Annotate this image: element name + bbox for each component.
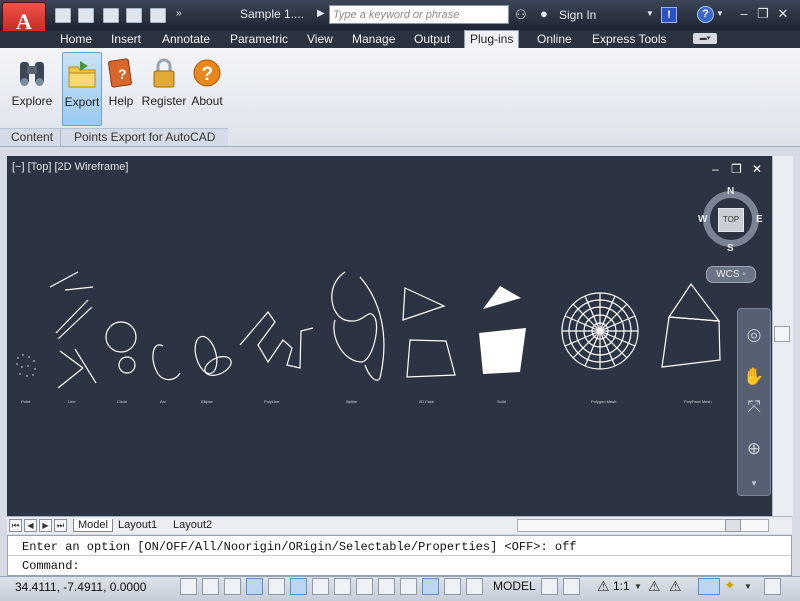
drawing-canvas [16,271,721,389]
drawing-point [16,354,36,377]
horizontal-scroll-thumb[interactable] [725,519,741,532]
drawing-2d-faces [402,287,456,378]
wcs-dropdown-icon: ◦ [742,269,746,280]
scale-dropdown-icon[interactable]: ▼ [634,582,642,591]
pan-hand-icon[interactable]: ✋ [742,365,766,389]
cursor-coordinates[interactable]: 34.4111, -7.4911, 0.0000 [15,580,146,594]
command-history: Enter an option [ON/OFF/All/Noorigin/ORi… [22,540,577,554]
drawing-lines [49,271,97,389]
clean-screen-icon[interactable] [764,578,781,595]
quick-view-layouts-icon[interactable] [541,578,558,595]
label-circle: Circle [117,399,128,404]
snap-mode-icon[interactable] [202,578,219,595]
drawing-polyline [239,311,314,369]
infer-constraints-icon[interactable] [180,578,197,595]
label-polygon-mesh: Polygon Mesh [591,399,617,404]
dynamic-ucs-icon[interactable] [356,578,373,595]
drawing-polygon-mesh [561,292,639,370]
prev-layout-icon[interactable]: ◀ [24,519,37,532]
annotation-scale[interactable]: 1:1 [613,579,630,593]
compass-west[interactable]: W [698,214,707,225]
steering-wheel-icon[interactable]: ◎ [742,323,766,347]
quick-view-drawings-icon[interactable] [563,578,580,595]
command-line[interactable]: Enter an option [ON/OFF/All/Noorigin/ORi… [7,535,792,576]
layout-tab-model[interactable]: Model [73,519,113,532]
layout-tab-bar: ⏮ ◀ ▶ ⏭ Model Layout1 Layout2 [7,516,792,534]
3d-object-snap-icon[interactable] [312,578,329,595]
wcs-label: WCS [716,269,740,280]
command-divider [8,555,791,556]
object-snap-tracking-icon[interactable] [334,578,351,595]
annotation-visibility-icon[interactable]: ⚠ [648,578,661,595]
model-space-button[interactable]: MODEL [493,579,536,593]
label-line: Line [68,399,76,404]
vertical-scroll-thumb[interactable] [774,326,790,342]
orbit-icon[interactable]: ⊕ [742,437,766,461]
lineweight-icon[interactable] [400,578,417,595]
workspace-switching-icon[interactable] [698,578,720,595]
status-menu-icon[interactable]: ▼ [744,582,752,591]
dynamic-input-icon[interactable] [378,578,395,595]
next-layout-icon[interactable]: ▶ [39,519,52,532]
drawing-solids [479,286,526,374]
compass-east[interactable]: E [756,214,763,225]
drawing-spline [331,271,385,381]
viewcube-top-face[interactable]: TOP [718,208,744,232]
zoom-extents-icon[interactable]: ⤧ [742,395,766,419]
drawing-circles [105,321,137,374]
command-prompt[interactable]: Command: [22,559,80,573]
transparency-icon[interactable] [422,578,439,595]
drawing-polyface-mesh [661,282,721,368]
label-solid: Solid [497,399,506,404]
grid-display-icon[interactable] [224,578,241,595]
ortho-mode-icon[interactable] [246,578,263,595]
drawing-arc [152,344,181,381]
label-polyface-mesh: PolyFace Mesh [684,399,712,404]
first-layout-icon[interactable]: ⏮ [9,519,22,532]
lightbulb-icon[interactable]: ✦ [724,577,736,594]
wcs-menu[interactable]: WCS ◦ [706,266,756,283]
layout-tab-layout2[interactable]: Layout2 [173,519,212,531]
last-layout-icon[interactable]: ⏭ [54,519,67,532]
drawing-ellipses [194,335,232,376]
selection-cycling-icon[interactable] [466,578,483,595]
label-ellipse: Ellipse [201,399,213,404]
label-point: Point [21,399,31,404]
auto-scale-icon[interactable]: ⚠ [669,578,682,595]
label-arc: Arc [160,399,166,404]
compass-north[interactable]: N [727,186,734,197]
label-polyline: PolyLine [264,399,280,404]
polar-tracking-icon[interactable] [268,578,285,595]
label-2d-face: 2D Face [419,399,435,404]
navigation-bar: ◎ ✋ ⤧ ⊕ ▾ [737,308,771,496]
quick-properties-icon[interactable] [444,578,461,595]
annotation-scale-icon: ⚠ [597,578,610,594]
object-snap-icon[interactable] [290,578,307,595]
layout-tab-layout1[interactable]: Layout1 [118,519,157,531]
label-spline: Spline [346,399,358,404]
nav-bar-menu-icon[interactable]: ▾ [742,471,766,495]
compass-south[interactable]: S [727,243,734,254]
